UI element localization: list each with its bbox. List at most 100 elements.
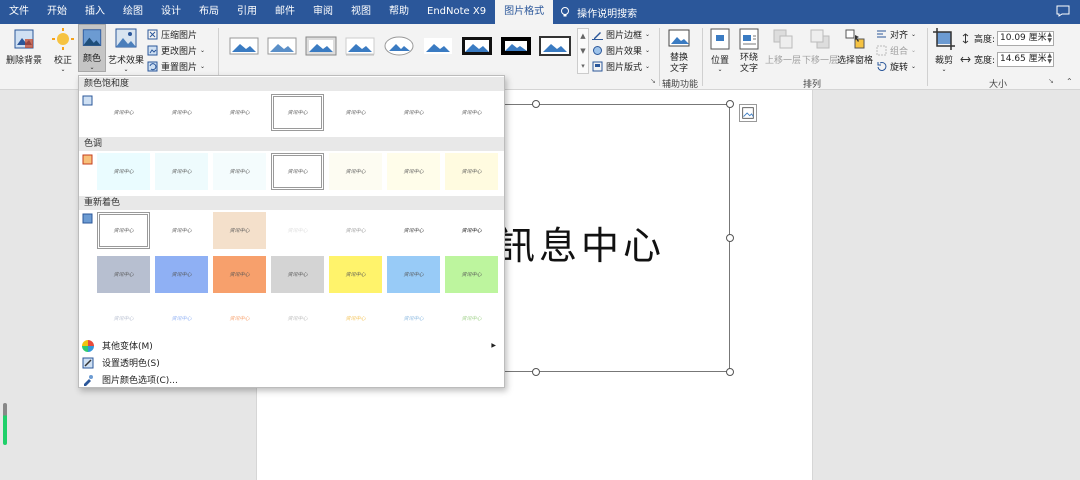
layout-options-button[interactable]	[739, 104, 757, 122]
tab-review[interactable]: 审阅	[304, 0, 342, 24]
style-thumbnail[interactable]	[266, 34, 298, 58]
color-swatch[interactable]: 资讯中心	[445, 300, 498, 337]
color-swatch[interactable]: 资讯中心	[97, 300, 150, 337]
color-swatch[interactable]: 资讯中心	[97, 94, 150, 131]
swatch-preview-text: 资讯中心	[403, 110, 424, 116]
tab-mailings[interactable]: 邮件	[266, 0, 304, 24]
color-button[interactable]: 颜色 ⌄	[78, 24, 106, 72]
tab-view[interactable]: 视图	[342, 0, 380, 24]
tab-layout[interactable]: 布局	[190, 0, 228, 24]
tell-me-search[interactable]: 操作说明搜索	[553, 5, 637, 20]
color-swatch[interactable]: 资讯中心	[271, 212, 324, 249]
color-swatch[interactable]: 资讯中心	[271, 256, 324, 293]
color-swatch[interactable]: 资讯中心	[155, 94, 208, 131]
color-swatch[interactable]: 资讯中心	[445, 153, 498, 190]
set-transparent-color-item[interactable]: 设置透明色(S)	[79, 354, 504, 371]
color-swatch[interactable]: 资讯中心	[329, 256, 382, 293]
position-button[interactable]: 位置 ⌄	[707, 24, 733, 73]
tab-picture-format[interactable]: 图片格式	[495, 0, 554, 24]
color-swatch[interactable]: 资讯中心	[97, 153, 150, 190]
tab-draw[interactable]: 绘图	[114, 0, 152, 24]
gallery-up-icon[interactable]: ▲	[580, 32, 585, 40]
color-swatch[interactable]: 资讯中心	[329, 94, 382, 131]
resize-handle[interactable]	[532, 368, 540, 376]
style-thumbnail[interactable]	[500, 34, 532, 58]
color-swatch[interactable]: 资讯中心	[213, 153, 266, 190]
more-variations-item[interactable]: 其他变体(M) ▶	[79, 337, 504, 354]
color-swatch[interactable]: 资讯中心	[155, 256, 208, 293]
height-input[interactable]: 10.09 厘米 ▲ ▼	[997, 31, 1054, 46]
height-stepper-icon[interactable]: ▲ ▼	[1047, 32, 1052, 44]
color-swatch[interactable]: 资讯中心	[387, 153, 440, 190]
color-swatch[interactable]: 资讯中心	[97, 212, 150, 249]
tab-design[interactable]: 设计	[152, 0, 190, 24]
resize-handle[interactable]	[726, 100, 734, 108]
collapse-ribbon-icon[interactable]: ⌃	[1066, 77, 1073, 86]
style-thumbnail[interactable]	[461, 34, 493, 58]
color-swatch[interactable]: 资讯中心	[445, 256, 498, 293]
color-swatch[interactable]: 资讯中心	[271, 153, 324, 190]
color-swatch[interactable]: 资讯中心	[155, 212, 208, 249]
artistic-effects-button[interactable]: 艺术效果 ⌄	[108, 24, 144, 73]
resize-handle[interactable]	[532, 100, 540, 108]
gallery-down-icon[interactable]: ▼	[580, 47, 585, 55]
tab-help[interactable]: 帮助	[380, 0, 418, 24]
gallery-scroll[interactable]: ▲ ▼ ▾	[577, 28, 589, 74]
remove-background-button[interactable]: 删除背景	[5, 24, 43, 66]
color-swatch[interactable]: 资讯中心	[445, 94, 498, 131]
color-swatch[interactable]: 资讯中心	[329, 212, 382, 249]
crop-button[interactable]: 裁剪 ⌄	[932, 24, 956, 73]
color-swatch[interactable]: 资讯中心	[271, 300, 324, 337]
style-thumbnail[interactable]	[344, 34, 376, 58]
wrap-text-button[interactable]: 环绕文字	[735, 24, 763, 75]
send-backward-button[interactable]: 下移一层	[801, 24, 839, 66]
bring-forward-button[interactable]: 上移一层	[764, 24, 802, 66]
width-stepper-icon[interactable]: ▲ ▼	[1047, 53, 1052, 65]
gallery-more-icon[interactable]: ▾	[581, 62, 585, 70]
color-swatch[interactable]: 资讯中心	[155, 300, 208, 337]
color-swatch[interactable]: 资讯中心	[387, 300, 440, 337]
tab-file[interactable]: 文件	[0, 0, 38, 24]
color-swatch[interactable]: 资讯中心	[271, 94, 324, 131]
color-swatch[interactable]: 资讯中心	[213, 300, 266, 337]
tab-home[interactable]: 开始	[38, 0, 76, 24]
color-swatch[interactable]: 资讯中心	[387, 256, 440, 293]
width-input[interactable]: 14.65 厘米 ▲ ▼	[997, 52, 1054, 67]
color-swatch[interactable]: 资讯中心	[387, 94, 440, 131]
color-swatch[interactable]: 资讯中心	[97, 256, 150, 293]
color-swatch[interactable]: 资讯中心	[387, 212, 440, 249]
comment-icon[interactable]	[1056, 5, 1070, 17]
picture-layout-button[interactable]: 图片版式 ⌄	[592, 59, 650, 73]
rotate-button[interactable]: 旋转 ⌄	[876, 59, 916, 73]
color-swatch[interactable]: 资讯中心	[329, 300, 382, 337]
size-launcher-icon[interactable]: ↘	[1048, 77, 1054, 85]
color-swatch[interactable]: 资讯中心	[155, 153, 208, 190]
style-thumbnail[interactable]	[228, 34, 260, 58]
change-picture-button[interactable]: 更改图片 ⌄	[147, 43, 205, 57]
corrections-button[interactable]: 校正 ⌄	[51, 24, 75, 73]
tab-endnote[interactable]: EndNote X9	[418, 0, 495, 24]
picture-border-button[interactable]: 图片边框 ⌄	[592, 27, 650, 41]
style-thumbnail[interactable]	[539, 34, 571, 58]
alt-text-button[interactable]: 替换文字	[666, 24, 692, 75]
style-thumbnail[interactable]	[305, 34, 337, 58]
picture-effects-button[interactable]: 图片效果 ⌄	[592, 43, 650, 57]
align-button[interactable]: 对齐 ⌄	[876, 27, 916, 41]
reset-picture-button[interactable]: 重置图片 ⌄	[147, 59, 205, 73]
color-swatch[interactable]: 资讯中心	[445, 212, 498, 249]
tab-references[interactable]: 引用	[228, 0, 266, 24]
color-swatch[interactable]: 资讯中心	[213, 212, 266, 249]
color-swatch[interactable]: 资讯中心	[213, 94, 266, 131]
compress-pictures-button[interactable]: 压缩图片	[147, 27, 197, 41]
resize-handle[interactable]	[726, 234, 734, 242]
picture-color-options-item[interactable]: 图片颜色选项(C)...	[79, 371, 504, 388]
styles-launcher-icon[interactable]: ↘	[650, 77, 656, 85]
style-thumbnail[interactable]	[422, 34, 454, 58]
tab-insert[interactable]: 插入	[76, 0, 114, 24]
selection-pane-button[interactable]: 选择窗格	[837, 24, 873, 66]
group-button[interactable]: 组合 ⌄	[876, 43, 916, 57]
color-swatch[interactable]: 资讯中心	[213, 256, 266, 293]
resize-handle[interactable]	[726, 368, 734, 376]
style-thumbnail[interactable]	[383, 34, 415, 58]
color-swatch[interactable]: 资讯中心	[329, 153, 382, 190]
